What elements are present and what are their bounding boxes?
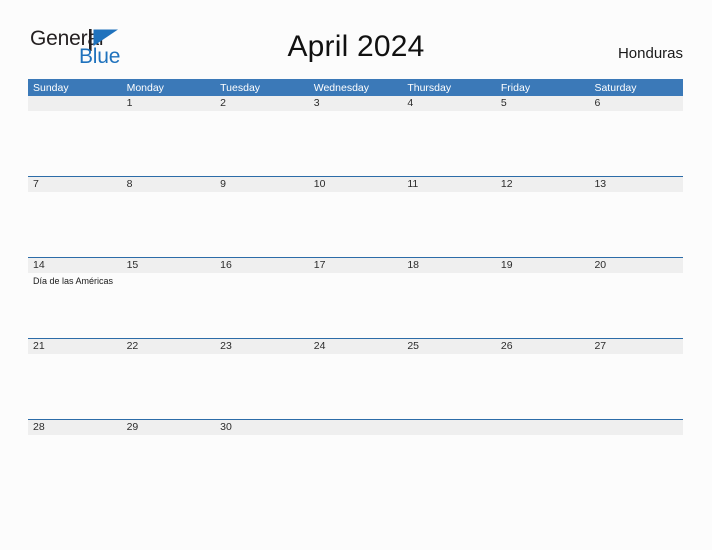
day-number bbox=[589, 420, 684, 435]
weekday-header-saturday: Saturday bbox=[594, 82, 637, 94]
day-number: 4 bbox=[402, 96, 496, 111]
calendar-day-cell[interactable]: 29 bbox=[121, 420, 216, 442]
day-number bbox=[402, 420, 496, 435]
calendar-day-cell[interactable]: 17 bbox=[308, 258, 403, 338]
day-number: 29 bbox=[121, 420, 216, 435]
day-number: 16 bbox=[215, 258, 309, 273]
day-number bbox=[308, 420, 403, 435]
day-number: 26 bbox=[495, 339, 590, 354]
calendar-day-cell[interactable]: 27 bbox=[589, 339, 684, 419]
calendar-day-cell[interactable]: 15 bbox=[121, 258, 216, 338]
day-number: 30 bbox=[215, 420, 309, 435]
calendar-day-cell[interactable]: 7 bbox=[28, 177, 122, 257]
day-number: 23 bbox=[215, 339, 309, 354]
calendar-week-row: 7 8 9 10 11 12 13 bbox=[28, 176, 684, 257]
calendar-day-cell[interactable]: 23 bbox=[215, 339, 309, 419]
day-number: 11 bbox=[402, 177, 496, 192]
page-title: April 2024 bbox=[287, 30, 425, 63]
calendar-day-cell[interactable]: 2 bbox=[215, 96, 309, 176]
weekday-header-friday: Friday bbox=[500, 82, 531, 94]
calendar-week-cells: 14 Día de las Américas 15 16 17 18 19 20 bbox=[28, 258, 684, 338]
calendar-day-cell[interactable]: 22 bbox=[121, 339, 216, 419]
calendar-weeks: 1 2 3 4 5 6 7 8 9 10 11 12 13 14 Día de las Américas 15… bbox=[28, 96, 684, 442]
day-number: 28 bbox=[28, 420, 122, 435]
calendar-day-cell-empty bbox=[495, 420, 590, 442]
weekday-header-sunday: Sunday bbox=[33, 82, 69, 94]
weekday-header-tuesday: Tuesday bbox=[220, 82, 261, 94]
calendar-week-row: 21 22 23 24 25 26 27 bbox=[28, 338, 684, 419]
weekday-header-wednesday: Wednesday bbox=[313, 82, 369, 94]
calendar-day-cell-empty bbox=[308, 420, 403, 442]
day-number: 27 bbox=[589, 339, 684, 354]
calendar-day-cell[interactable]: 5 bbox=[495, 96, 590, 176]
day-number: 18 bbox=[402, 258, 496, 273]
day-number: 1 bbox=[121, 96, 216, 111]
day-number: 22 bbox=[121, 339, 216, 354]
calendar-day-cell[interactable]: 16 bbox=[215, 258, 309, 338]
day-number bbox=[495, 420, 590, 435]
calendar-day-cell[interactable]: 18 bbox=[402, 258, 496, 338]
calendar-day-cell[interactable]: 6 bbox=[589, 96, 684, 176]
day-number: 21 bbox=[28, 339, 122, 354]
day-events: Día de las Américas bbox=[28, 273, 122, 288]
calendar-day-cell-empty bbox=[28, 96, 122, 176]
day-number: 15 bbox=[121, 258, 216, 273]
calendar-day-cell[interactable]: 19 bbox=[495, 258, 590, 338]
day-number: 2 bbox=[215, 96, 309, 111]
day-number: 9 bbox=[215, 177, 309, 192]
weekday-header-thursday: Thursday bbox=[407, 82, 452, 94]
calendar-page: General Blue April 2024 Honduras Sunday M… bbox=[0, 0, 712, 550]
page-header: General Blue April 2024 Honduras bbox=[0, 0, 712, 78]
calendar-week-cells: 7 8 9 10 11 12 13 bbox=[28, 177, 684, 257]
calendar-day-cell[interactable]: 9 bbox=[215, 177, 309, 257]
calendar-week-cells: 123456 bbox=[28, 96, 684, 176]
day-number: 3 bbox=[308, 96, 403, 111]
calendar-week-row: 28 29 30 bbox=[28, 419, 684, 442]
calendar-day-cell[interactable]: 30 bbox=[215, 420, 309, 442]
day-number: 8 bbox=[121, 177, 216, 192]
weekday-header-monday: Monday bbox=[126, 82, 164, 94]
calendar-day-cell[interactable]: 4 bbox=[402, 96, 496, 176]
calendar-day-cell[interactable]: 1 bbox=[121, 96, 216, 176]
calendar-day-cell[interactable]: 21 bbox=[28, 339, 122, 419]
calendar-day-cell[interactable]: 13 bbox=[589, 177, 684, 257]
day-number bbox=[28, 96, 122, 111]
country-label: Honduras bbox=[617, 45, 683, 62]
day-number: 10 bbox=[308, 177, 403, 192]
calendar-day-cell[interactable]: 11 bbox=[402, 177, 496, 257]
calendar-day-cell-empty bbox=[402, 420, 496, 442]
calendar-day-cell[interactable]: 14 Día de las Américas bbox=[28, 258, 122, 338]
calendar-week-row: 123456 bbox=[28, 96, 684, 176]
day-number: 24 bbox=[308, 339, 403, 354]
calendar-day-cell[interactable]: 8 bbox=[121, 177, 216, 257]
calendar-day-cell[interactable]: 24 bbox=[308, 339, 403, 419]
day-number: 14 bbox=[28, 258, 122, 273]
calendar-day-cell[interactable]: 20 bbox=[589, 258, 684, 338]
calendar-day-cell[interactable]: 10 bbox=[308, 177, 403, 257]
day-number: 7 bbox=[28, 177, 122, 192]
day-number: 6 bbox=[589, 96, 684, 111]
day-number: 20 bbox=[589, 258, 684, 273]
calendar-day-cell[interactable]: 3 bbox=[308, 96, 403, 176]
calendar-day-cell[interactable]: 28 bbox=[28, 420, 122, 442]
calendar-grid: Sunday Monday Tuesday Wednesday Thursday Frid… bbox=[28, 79, 684, 442]
calendar-week-cells: 28 29 30 bbox=[28, 420, 684, 442]
calendar-day-cell[interactable]: 25 bbox=[402, 339, 496, 419]
calendar-week-row: 14 Día de las Américas 15 16 17 18 19 20 bbox=[28, 257, 684, 338]
calendar-day-cell[interactable]: 12 bbox=[495, 177, 590, 257]
day-number: 13 bbox=[589, 177, 684, 192]
weekday-header-row: Sunday Monday Tuesday Wednesday Thursday Frid… bbox=[28, 79, 683, 96]
day-number: 25 bbox=[402, 339, 496, 354]
day-number: 17 bbox=[308, 258, 403, 273]
calendar-day-cell[interactable]: 26 bbox=[495, 339, 590, 419]
day-number: 12 bbox=[495, 177, 590, 192]
calendar-week-cells: 21 22 23 24 25 26 27 bbox=[28, 339, 684, 419]
calendar-day-cell-empty bbox=[589, 420, 684, 442]
holiday-event: Día de las Américas bbox=[33, 276, 114, 286]
day-number: 5 bbox=[495, 96, 590, 111]
day-number: 19 bbox=[495, 258, 590, 273]
